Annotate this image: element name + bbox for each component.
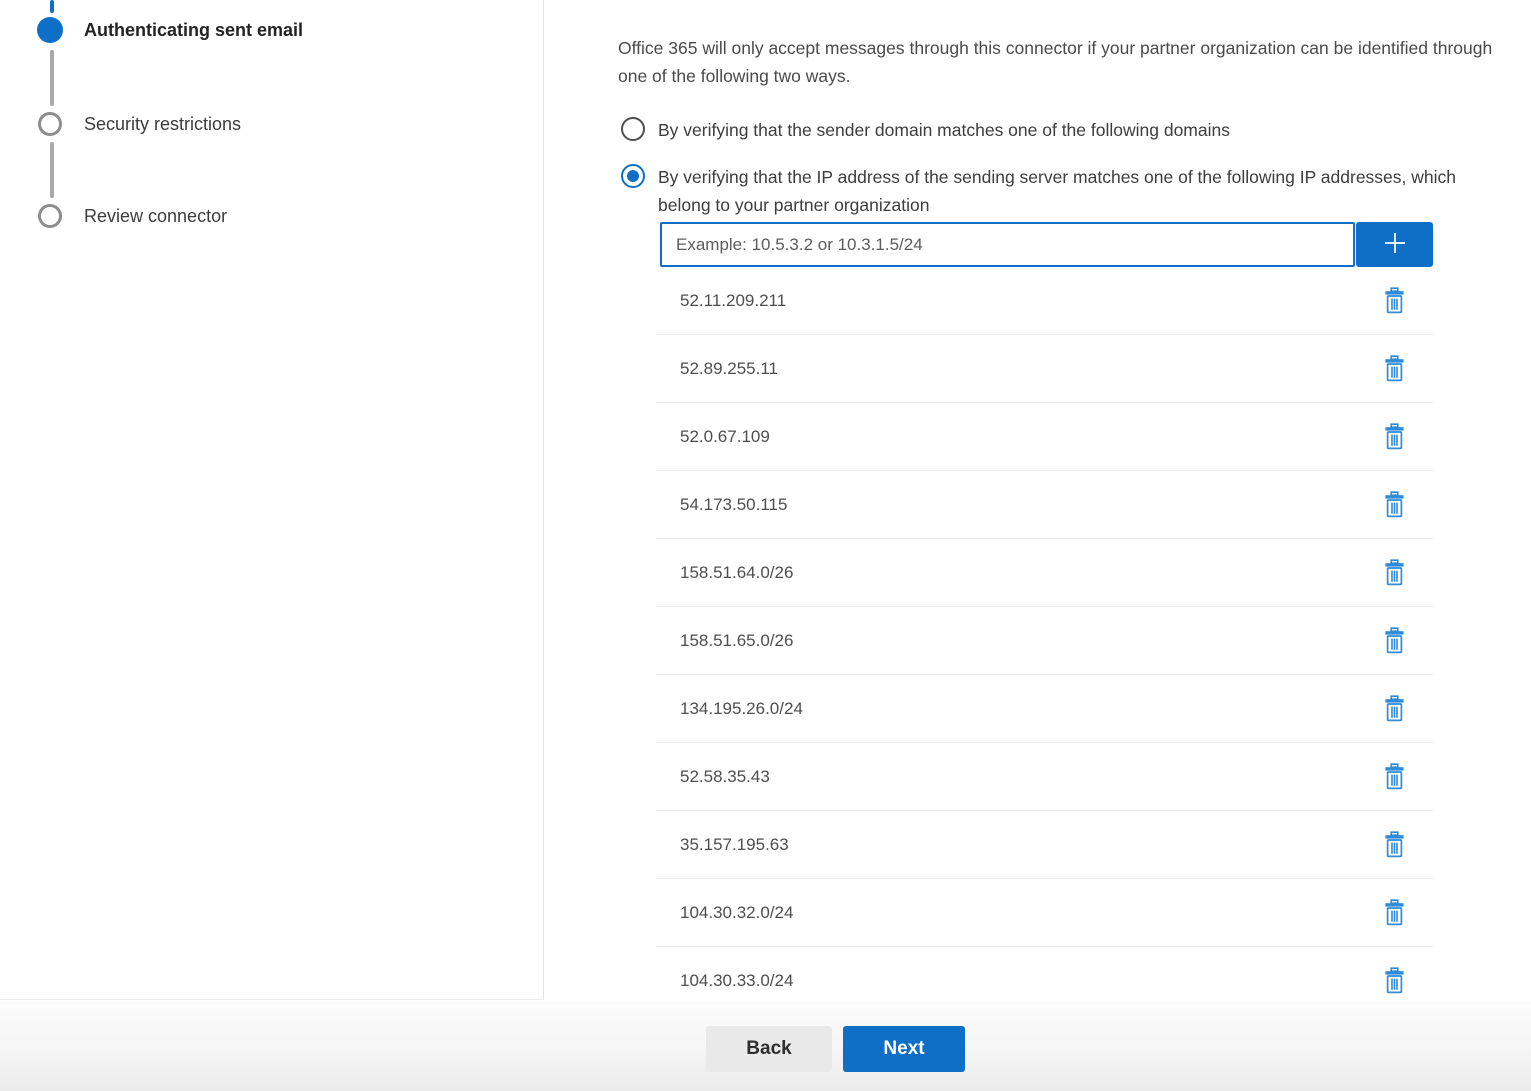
trash-icon	[1384, 846, 1405, 861]
delete-ip-button[interactable]	[1382, 489, 1407, 520]
radio-option-label: By verifying that the sender domain matc…	[658, 116, 1230, 144]
step-connector-line	[50, 50, 54, 106]
wizard-step-security-restrictions[interactable]: Security restrictions	[37, 111, 241, 137]
ip-address-value: 35.157.195.63	[680, 835, 789, 855]
ip-address-value: 104.30.33.0/24	[680, 971, 793, 991]
add-ip-button[interactable]	[1356, 222, 1433, 267]
ip-list-item: 134.195.26.0/24	[656, 675, 1433, 743]
delete-ip-button[interactable]	[1382, 421, 1407, 452]
delete-ip-button[interactable]	[1382, 829, 1407, 860]
step-connector-line-previous	[50, 0, 54, 13]
wizard-step-authenticating-sent-email[interactable]: Authenticating sent email	[37, 17, 303, 43]
step-bullet-icon	[38, 112, 62, 136]
delete-ip-button[interactable]	[1382, 625, 1407, 656]
ip-entry-bar	[660, 222, 1433, 267]
delete-ip-button[interactable]	[1382, 897, 1407, 928]
ip-list-item: 54.173.50.115	[656, 471, 1433, 539]
connector-description: Office 365 will only accept messages thr…	[618, 34, 1526, 90]
radio-button-icon[interactable]	[621, 164, 645, 188]
step-label: Authenticating sent email	[84, 20, 303, 41]
ip-list-item: 52.89.255.11	[656, 335, 1433, 403]
ip-list-item: 104.30.32.0/24	[656, 879, 1433, 947]
ip-address-value: 104.30.32.0/24	[680, 903, 793, 923]
ip-address-value: 52.58.35.43	[680, 767, 770, 787]
wizard-steps-pane: Authenticating sent email Security restr…	[0, 0, 544, 1000]
ip-list-item: 52.58.35.43	[656, 743, 1433, 811]
trash-icon	[1384, 710, 1405, 725]
ip-address-value: 52.0.67.109	[680, 427, 770, 447]
delete-ip-button[interactable]	[1382, 693, 1407, 724]
delete-ip-button[interactable]	[1382, 285, 1407, 316]
trash-icon	[1384, 778, 1405, 793]
step-label: Security restrictions	[84, 114, 241, 135]
trash-icon	[1384, 982, 1405, 997]
wizard-footer: Back Next	[0, 1002, 1531, 1091]
step-bullet-icon	[38, 204, 62, 228]
delete-ip-button[interactable]	[1382, 965, 1407, 996]
trash-icon	[1384, 506, 1405, 521]
back-button[interactable]: Back	[706, 1026, 832, 1072]
ip-address-value: 54.173.50.115	[680, 495, 787, 515]
delete-ip-button[interactable]	[1382, 353, 1407, 384]
trash-icon	[1384, 302, 1405, 317]
next-button[interactable]: Next	[843, 1026, 965, 1072]
ip-list-item: 52.0.67.109	[656, 403, 1433, 471]
radio-option-label: By verifying that the IP address of the …	[658, 163, 1470, 219]
ip-list-item: 158.51.64.0/26	[656, 539, 1433, 607]
ip-list-item: 52.11.209.211	[656, 267, 1433, 335]
delete-ip-button[interactable]	[1382, 761, 1407, 792]
trash-icon	[1384, 438, 1405, 453]
trash-icon	[1384, 370, 1405, 385]
ip-address-value: 52.11.209.211	[680, 291, 786, 311]
ip-address-value: 52.89.255.11	[680, 359, 778, 379]
ip-list-item: 35.157.195.63	[656, 811, 1433, 879]
step-bullet-icon	[37, 17, 63, 43]
ip-address-input[interactable]	[660, 222, 1355, 267]
plus-icon	[1380, 228, 1410, 261]
trash-icon	[1384, 642, 1405, 657]
verification-options: By verifying that the sender domain matc…	[621, 116, 1481, 238]
radio-button-icon[interactable]	[621, 117, 645, 141]
trash-icon	[1384, 914, 1405, 929]
ip-address-value: 158.51.64.0/26	[680, 563, 793, 583]
radio-option[interactable]: By verifying that the sender domain matc…	[621, 116, 1481, 144]
trash-icon	[1384, 574, 1405, 589]
step-connector-line	[50, 142, 54, 198]
step-label: Review connector	[84, 206, 227, 227]
ip-address-value: 134.195.26.0/24	[680, 699, 803, 719]
ip-list-item: 158.51.65.0/26	[656, 607, 1433, 675]
ip-address-list: 52.11.209.211 52.89.255.11	[656, 267, 1433, 1015]
wizard-step-review-connector[interactable]: Review connector	[37, 203, 227, 229]
ip-address-value: 158.51.65.0/26	[680, 631, 793, 651]
delete-ip-button[interactable]	[1382, 557, 1407, 588]
radio-option[interactable]: By verifying that the IP address of the …	[621, 163, 1481, 219]
